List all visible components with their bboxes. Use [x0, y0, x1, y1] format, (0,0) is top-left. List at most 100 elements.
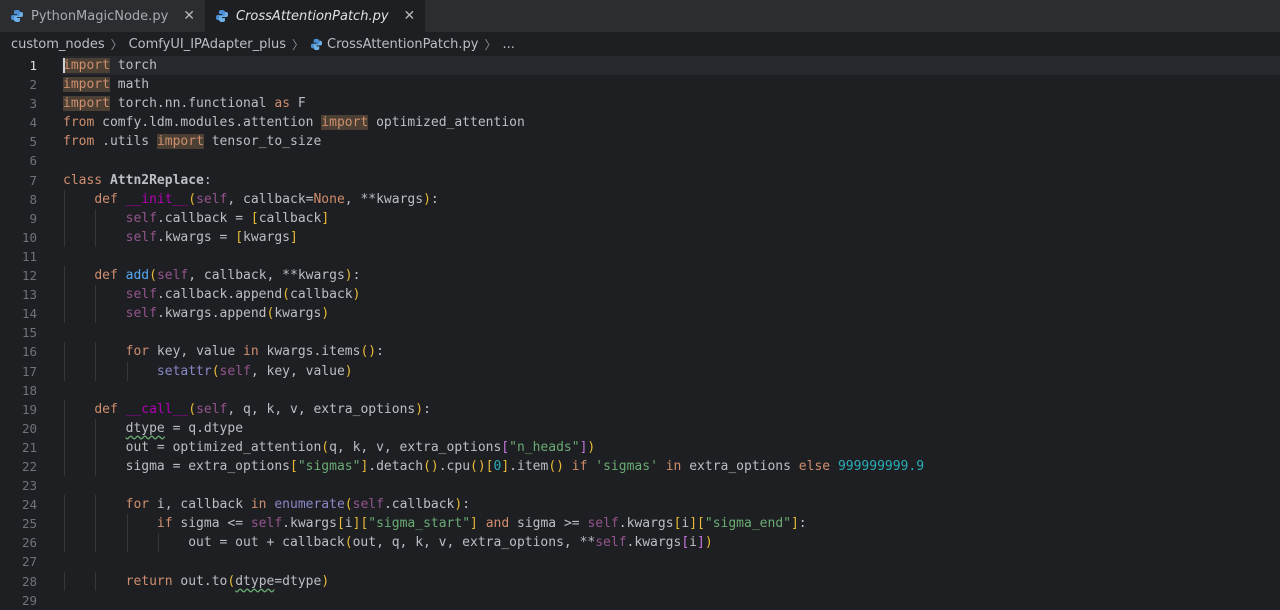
code-text: self.kwargs.append(kwargs) [125, 306, 330, 322]
line-number: 6 [29, 153, 37, 169]
line-number: 9 [29, 210, 37, 226]
code-text: from .utils import tensor_to_size [63, 134, 322, 150]
python-file-icon [215, 9, 229, 23]
code-line[interactable]: 22 sigma = extra_options["sigmas"].detac… [0, 456, 1280, 477]
code-text: dtype = q.dtype [125, 420, 244, 436]
code-text: def add(self, callback, **kwargs): [94, 268, 361, 284]
line-number: 18 [21, 382, 37, 398]
code-line[interactable]: 29 [0, 591, 1280, 610]
python-file-icon [310, 38, 323, 51]
line-number: 16 [21, 344, 37, 360]
line-number: 20 [21, 420, 37, 436]
editor-tab-bar: PythonMagicNode.py ✕ CrossAttentionPatch… [0, 0, 1280, 32]
code-line[interactable]: 4 from comfy.ldm.modules.attention import… [0, 113, 1280, 132]
code-text: def __init__(self, callback=None, **kwar… [94, 191, 439, 207]
line-number: 28 [21, 573, 37, 589]
breadcrumb: custom_nodes 〉 ComfyUI_IPAdapter_plus 〉 … [0, 32, 1280, 56]
code-text: class Attn2Replace: [63, 172, 212, 188]
line-number: 22 [21, 458, 37, 474]
line-number: 24 [21, 497, 37, 513]
code-editor[interactable]: 1 import torch 2 import math 3 import torch.n… [0, 56, 1280, 610]
line-number: 12 [21, 268, 37, 284]
code-line[interactable]: 26 out = out + callback(out, q, k, v, ex… [0, 533, 1280, 553]
code-text: self.callback.append(callback) [125, 287, 361, 303]
code-text: for key, value in kwargs.items(): [125, 344, 384, 360]
line-number: 25 [21, 516, 37, 532]
chevron-right-icon: 〉 [110, 37, 123, 52]
code-line[interactable]: 23 [0, 476, 1280, 495]
code-text: self.callback = [callback] [125, 210, 330, 226]
code-text: out = optimized_attention(q, k, v, extra… [63, 439, 596, 455]
breadcrumb-item[interactable]: CrossAttentionPatch.py [327, 37, 478, 52]
line-number: 8 [29, 191, 37, 207]
code-line[interactable]: 12 def add(self, callback, **kwargs): [0, 266, 1280, 286]
tab-python-magic-node[interactable]: PythonMagicNode.py ✕ [0, 0, 205, 32]
code-line[interactable]: 3 import torch.nn.functional as F [0, 94, 1280, 113]
code-text: setattr(self, key, value) [156, 363, 353, 379]
close-icon[interactable]: ✕ [404, 8, 416, 24]
code-line[interactable]: 28 return out.to(dtype=dtype) [0, 571, 1280, 591]
code-text: if sigma <= self.kwargs[i]["sigma_start"… [156, 516, 807, 532]
code-line[interactable]: 25 if sigma <= self.kwargs[i]["sigma_sta… [0, 514, 1280, 534]
line-number: 15 [21, 325, 37, 341]
code-line[interactable]: 13 self.callback.append(callback) [0, 285, 1280, 305]
chevron-right-icon: 〉 [292, 37, 305, 52]
line-number: 21 [21, 439, 37, 455]
code-text: for i, callback in enumerate(self.callba… [125, 497, 471, 513]
close-icon[interactable]: ✕ [183, 8, 195, 24]
code-line[interactable]: 24 for i, callback in enumerate(self.cal… [0, 495, 1280, 515]
code-line[interactable]: 19 def __call__(self, q, k, v, extra_opt… [0, 399, 1280, 419]
text-caret [63, 58, 65, 73]
tab-label: CrossAttentionPatch.py [236, 8, 389, 24]
code-text: out = out + callback(out, q, k, v, extra… [63, 535, 713, 551]
line-number: 1 [29, 58, 37, 73]
code-line[interactable]: 14 self.kwargs.append(kwargs) [0, 304, 1280, 324]
code-text: def __call__(self, q, k, v, extra_option… [94, 401, 431, 417]
code-line[interactable]: 17 setattr(self, key, value) [0, 361, 1280, 381]
line-number: 26 [21, 535, 37, 551]
python-file-icon [10, 9, 24, 23]
line-number: 23 [21, 478, 37, 494]
line-number: 4 [29, 115, 37, 131]
code-line[interactable]: 1 import torch [0, 56, 1280, 76]
code-line[interactable]: 20 dtype = q.dtype [0, 418, 1280, 438]
breadcrumb-item[interactable]: custom_nodes [11, 37, 105, 52]
code-line[interactable]: 16 for key, value in kwargs.items(): [0, 342, 1280, 362]
code-line[interactable]: 21 out = optimized_attention(q, k, v, ex… [0, 437, 1280, 457]
code-line[interactable]: 11 [0, 247, 1280, 266]
code-line[interactable]: 2 import math [0, 75, 1280, 94]
line-number: 29 [21, 592, 37, 608]
code-line[interactable]: 8 def __init__(self, callback=None, **kw… [0, 189, 1280, 209]
line-number: 14 [21, 306, 37, 322]
code-text: return out.to(dtype=dtype) [125, 573, 330, 589]
code-text: import torch.nn.functional as F [63, 96, 306, 112]
line-number: 13 [21, 287, 37, 303]
code-text: self.kwargs = [kwargs] [125, 229, 298, 245]
line-number: 10 [21, 229, 37, 245]
code-line[interactable]: 10 self.kwargs = [kwargs] [0, 227, 1280, 247]
chevron-right-icon: 〉 [484, 37, 497, 52]
code-line[interactable]: 9 self.callback = [callback] [0, 208, 1280, 228]
code-line[interactable]: 5 from .utils import tensor_to_size [0, 132, 1280, 151]
tab-cross-attention-patch[interactable]: CrossAttentionPatch.py ✕ [205, 0, 426, 32]
tab-label: PythonMagicNode.py [31, 8, 169, 24]
code-text: sigma = extra_options["sigmas"].detach()… [63, 458, 925, 474]
code-text: from comfy.ldm.modules.attention import … [63, 115, 525, 131]
line-number: 3 [29, 96, 37, 112]
code-line[interactable]: 15 [0, 323, 1280, 342]
code-line[interactable]: 7 class Attn2Replace: [0, 171, 1280, 190]
line-number: 19 [21, 401, 37, 417]
code-line[interactable]: 27 [0, 552, 1280, 571]
code-text: import math [63, 77, 150, 93]
line-number: 2 [29, 77, 37, 93]
line-number: 27 [21, 554, 37, 570]
code-line[interactable]: 18 [0, 381, 1280, 400]
code-line[interactable]: 6 [0, 151, 1280, 170]
breadcrumb-item[interactable]: ComfyUI_IPAdapter_plus [129, 37, 286, 52]
code-text: import torch [63, 58, 157, 73]
line-number: 5 [29, 134, 37, 150]
line-number: 7 [29, 172, 37, 188]
line-number: 17 [21, 363, 37, 379]
line-number: 11 [21, 248, 37, 264]
breadcrumb-item[interactable]: ... [502, 37, 514, 52]
